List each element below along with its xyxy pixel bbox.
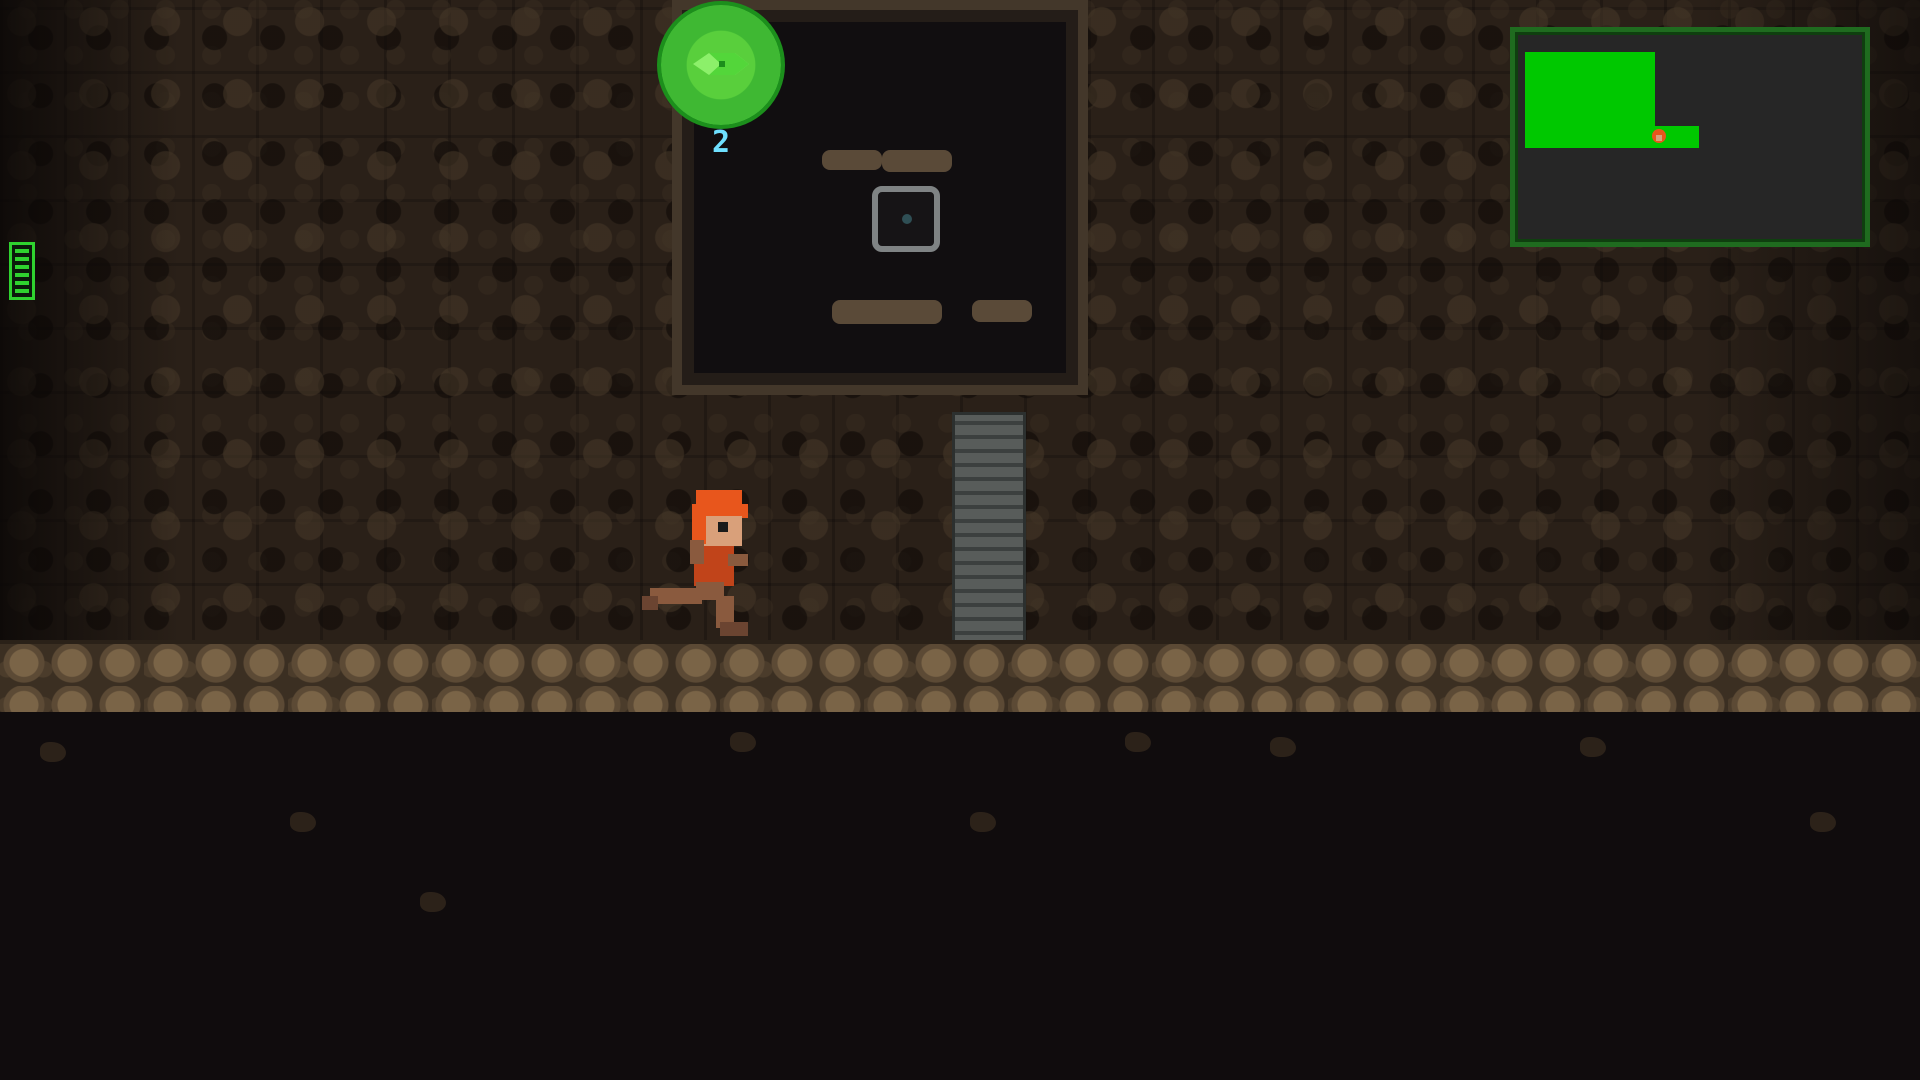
health-segment — [15, 281, 29, 285]
pebble — [1125, 732, 1151, 752]
player-character[interactable] — [632, 470, 762, 640]
pebble — [730, 732, 756, 752]
pebble — [40, 742, 66, 762]
save-point[interactable] — [872, 186, 940, 252]
save-point-core — [902, 214, 912, 224]
pebble — [420, 892, 446, 912]
health-segment — [15, 273, 29, 277]
health-segment — [15, 249, 29, 253]
pebble — [1580, 737, 1606, 757]
chamber-rock — [832, 300, 942, 324]
left-darkness — [0, 0, 180, 650]
minimap-room — [1525, 52, 1655, 148]
health-segment — [15, 265, 29, 269]
pebble — [1270, 737, 1296, 757]
minimap — [1510, 27, 1870, 247]
ground-surface — [0, 640, 1920, 716]
collectible-count: 2 — [711, 125, 731, 160]
health-bar — [9, 242, 35, 300]
green-gem-icon — [693, 53, 749, 75]
minimap-player-icon — [1652, 129, 1666, 143]
chamber-rock — [882, 150, 952, 172]
health-segment — [15, 257, 29, 261]
health-segment — [15, 289, 29, 293]
pebble — [1810, 812, 1836, 832]
underground — [0, 712, 1920, 1080]
pebble — [290, 812, 316, 832]
metal-door[interactable] — [952, 412, 1026, 648]
chamber-rock — [822, 150, 882, 170]
collectible-orb-icon — [661, 5, 781, 125]
chamber-rock — [972, 300, 1032, 322]
pebble — [970, 812, 996, 832]
